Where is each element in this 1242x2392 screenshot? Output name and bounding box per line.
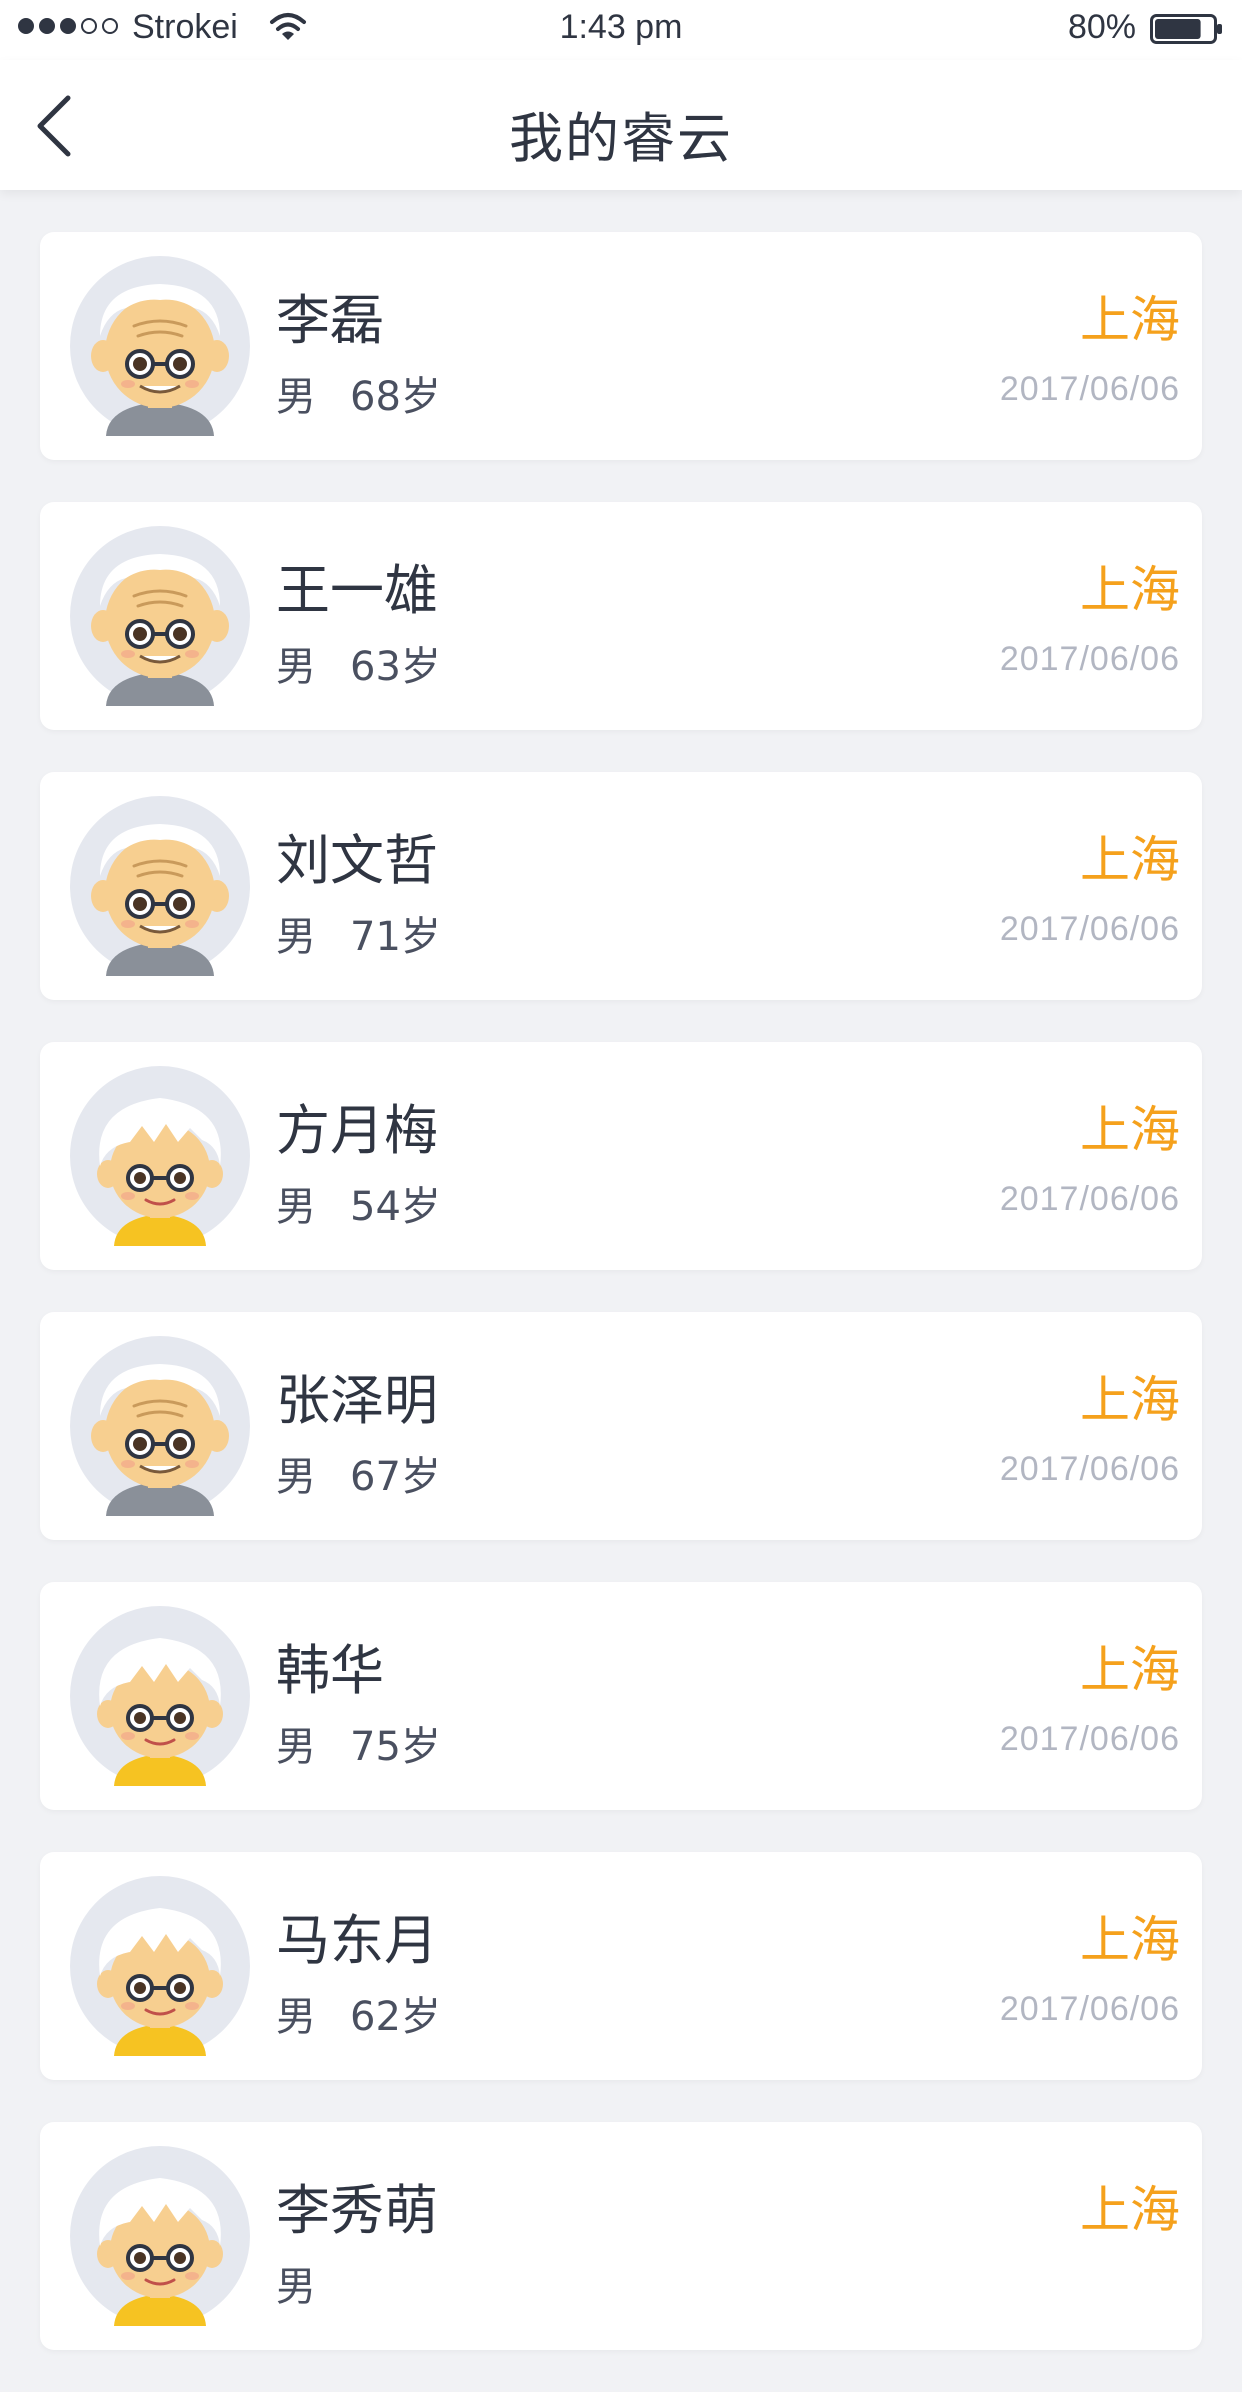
patient-age: 68岁 xyxy=(350,374,441,420)
patient-card[interactable]: 李磊男 68岁 上海 2017/06/06 xyxy=(40,232,1202,460)
patient-meta: 男 63岁 xyxy=(276,634,441,692)
patient-gender: 男 xyxy=(276,1184,316,1230)
status-time: 1:43 pm xyxy=(559,8,683,46)
patient-card[interactable]: 马东月男 62岁 上海 2017/06/06 xyxy=(40,1852,1202,2080)
patient-list: 李磊男 68岁 上海 2017/06/06 王一雄男 63岁 上海 2017/06/06 xyxy=(40,232,1202,2392)
record-date: 2017/06/06 xyxy=(999,370,1180,408)
patient-meta: 男 62岁 xyxy=(276,1984,441,2042)
patient-gender: 男 xyxy=(276,2264,316,2310)
patient-city: 上海 xyxy=(1080,831,1180,889)
patient-card[interactable]: 刘文哲男 71岁 上海 2017/06/06 xyxy=(40,772,1202,1000)
patient-meta: 男 75岁 xyxy=(276,1714,441,1772)
patient-name: 马东月 xyxy=(276,1909,438,1972)
patient-gender: 男 xyxy=(276,1724,316,1770)
patient-city: 上海 xyxy=(1080,561,1180,619)
patient-meta: 男 71岁 xyxy=(276,904,441,962)
patient-meta: 男 xyxy=(276,2254,350,2312)
patient-name: 刘文哲 xyxy=(276,829,438,892)
patient-gender: 男 xyxy=(276,644,316,690)
battery-fill xyxy=(1155,19,1201,39)
patient-gender: 男 xyxy=(276,1454,316,1500)
elderly-woman-avatar xyxy=(70,1066,250,1246)
patient-city: 上海 xyxy=(1080,2181,1180,2239)
patient-card[interactable]: 李秀萌男 上海 xyxy=(40,2122,1202,2350)
patient-age: 71岁 xyxy=(350,914,441,960)
battery-icon xyxy=(1150,14,1222,44)
page-title: 我的睿云 xyxy=(509,107,733,170)
elderly-woman-avatar xyxy=(70,2146,250,2326)
patient-age: 67岁 xyxy=(350,1454,441,1500)
patient-card[interactable]: 韩华男 75岁 上海 2017/06/06 xyxy=(40,1582,1202,1810)
patient-gender: 男 xyxy=(276,374,316,420)
patient-city: 上海 xyxy=(1080,1101,1180,1159)
record-date: 2017/06/06 xyxy=(999,640,1180,678)
patient-city: 上海 xyxy=(1080,291,1180,349)
patient-name: 韩华 xyxy=(276,1639,384,1702)
patient-meta: 男 54岁 xyxy=(276,1174,441,1232)
patient-meta: 男 68岁 xyxy=(276,364,441,422)
patient-age: 54岁 xyxy=(350,1184,441,1230)
patient-name: 李秀萌 xyxy=(276,2179,438,2242)
patient-gender: 男 xyxy=(276,1994,316,2040)
patient-card[interactable]: 方月梅男 54岁 上海 2017/06/06 xyxy=(40,1042,1202,1270)
patient-city: 上海 xyxy=(1080,1641,1180,1699)
record-date: 2017/06/06 xyxy=(999,1180,1180,1218)
elderly-woman-avatar xyxy=(70,1606,250,1786)
patient-city: 上海 xyxy=(1080,1911,1180,1969)
navigation-bar: 我的睿云 xyxy=(0,60,1242,190)
battery-percentage: 80% xyxy=(1067,8,1136,46)
patient-gender: 男 xyxy=(276,914,316,960)
patient-name: 张泽明 xyxy=(276,1369,438,1432)
elderly-man-avatar xyxy=(70,796,250,976)
record-date: 2017/06/06 xyxy=(999,910,1180,948)
patient-card[interactable]: 张泽明男 67岁 上海 2017/06/06 xyxy=(40,1312,1202,1540)
patient-card[interactable]: 王一雄男 63岁 上海 2017/06/06 xyxy=(40,502,1202,730)
elderly-man-avatar xyxy=(70,1336,250,1516)
patient-meta: 男 67岁 xyxy=(276,1444,441,1502)
status-bar: Strokei 1:43 pm 80% xyxy=(0,0,1242,60)
record-date: 2017/06/06 xyxy=(999,1450,1180,1488)
patient-age: 75岁 xyxy=(350,1724,441,1770)
patient-city: 上海 xyxy=(1080,1371,1180,1429)
patient-name: 王一雄 xyxy=(276,559,438,622)
patient-name: 李磊 xyxy=(276,289,384,352)
patient-name: 方月梅 xyxy=(276,1099,438,1162)
elderly-man-avatar xyxy=(70,256,250,436)
patient-age: 62岁 xyxy=(350,1994,441,2040)
elderly-woman-avatar xyxy=(70,1876,250,2056)
patient-age: 63岁 xyxy=(350,644,441,690)
elderly-man-avatar xyxy=(70,526,250,706)
record-date: 2017/06/06 xyxy=(999,1990,1180,2028)
record-date: 2017/06/06 xyxy=(999,1720,1180,1758)
